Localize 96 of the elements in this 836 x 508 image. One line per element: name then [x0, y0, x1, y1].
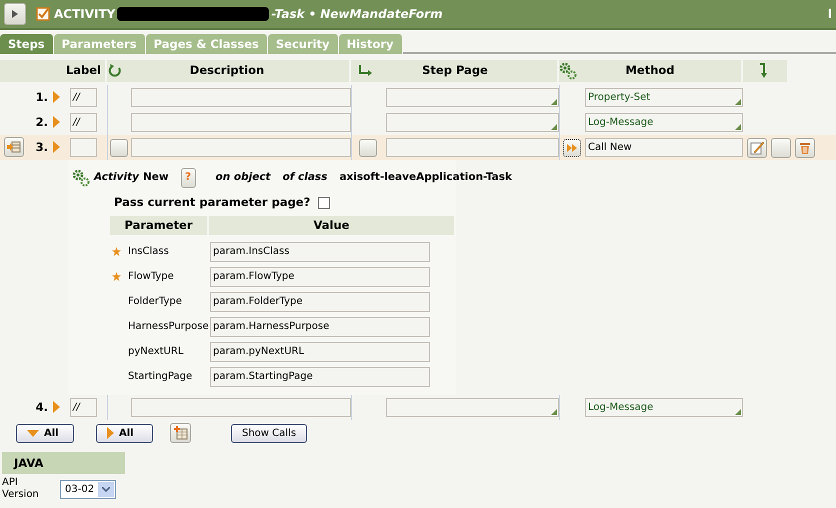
description-field[interactable] — [131, 398, 351, 417]
resize-corner-icon — [551, 409, 557, 415]
pencil-icon — [750, 140, 764, 154]
label-field[interactable]: // — [70, 113, 97, 132]
method-field[interactable]: Log-Message — [585, 113, 743, 132]
play-icon — [12, 10, 18, 18]
user-text: l — [828, 6, 832, 23]
step-page-field[interactable] — [386, 88, 559, 107]
object-label: on object — [216, 170, 271, 186]
api-version-label: API Version — [2, 477, 40, 501]
arrow-turn-icon — [357, 64, 373, 78]
chevron-down-icon — [102, 486, 110, 492]
resize-corner-icon — [735, 124, 741, 130]
resize-corner-icon — [551, 124, 557, 130]
required-star-icon — [112, 272, 121, 281]
show-calls-button[interactable]: Show Calls — [231, 424, 308, 442]
expand-arrow-icon[interactable] — [52, 140, 61, 154]
parameter-value-field[interactable]: param.HarnessPurpose — [210, 316, 430, 336]
form-name: NewMandateForm — [320, 6, 443, 23]
column-header: Step Page — [421, 62, 489, 80]
run-button[interactable] — [562, 138, 580, 156]
parameter-name: HarnessPurpose — [128, 320, 210, 334]
step-page-field[interactable] — [386, 113, 559, 132]
step-number: 3. — [34, 138, 49, 156]
section-header: JAVA — [2, 452, 125, 474]
step-row[interactable]: 4. // Log-Message — [0, 395, 836, 420]
parameter-name: pyNextURL — [128, 345, 184, 359]
step-row[interactable]: 3. Call New — [0, 135, 836, 160]
parameter-name: StartingPage — [128, 370, 194, 384]
resize-corner-icon — [551, 99, 557, 105]
api-version-select[interactable]: 03-02 — [60, 480, 116, 498]
trash-icon — [799, 140, 811, 154]
class-name: axisoft-leaveApplication-Task — [339, 170, 512, 186]
refresh-icon — [107, 63, 123, 79]
step-page-field[interactable] — [386, 138, 559, 157]
collapse-all-button[interactable]: All — [96, 424, 153, 442]
delete-button[interactable] — [795, 138, 815, 158]
class-label: of class — [282, 170, 328, 186]
parameter-value-field[interactable]: param.InsClass — [210, 242, 430, 262]
toggle-button[interactable] — [771, 138, 791, 158]
tab[interactable]: Steps — [0, 34, 54, 54]
down-triangle-icon — [27, 430, 39, 436]
description-field[interactable] — [131, 113, 351, 132]
right-triangle-icon — [107, 427, 114, 439]
step-number: 2. — [34, 114, 49, 131]
parameter-name: InsClass — [128, 245, 170, 259]
parameter-value-field[interactable]: param.FolderType — [210, 292, 430, 312]
parameter-value-field[interactable]: param.pyNextURL — [210, 342, 430, 362]
edit-button[interactable] — [747, 138, 767, 158]
separator-text: • — [308, 6, 316, 23]
step-row[interactable]: 1. // Property-Set — [0, 85, 836, 110]
expand-all-button[interactable]: All — [16, 424, 74, 442]
column-header: Label — [66, 62, 101, 80]
step-row[interactable]: 2. // Log-Message — [0, 110, 836, 135]
checkbox[interactable] — [318, 197, 330, 209]
step-number: 4. — [34, 398, 49, 416]
expand-arrow-icon[interactable] — [52, 400, 61, 414]
add-row-icon — [174, 426, 188, 440]
parameter-name: FlowType — [128, 270, 175, 284]
title-text: -Task — [271, 6, 305, 23]
column-header: Parameter — [124, 218, 193, 232]
insert-step-button[interactable] — [4, 137, 24, 157]
column-header: Method — [624, 62, 676, 80]
step-number: 1. — [34, 88, 49, 106]
toggle-button[interactable] — [110, 138, 128, 156]
column-header: Description — [188, 62, 266, 80]
down-arrow-icon — [759, 63, 769, 79]
pass-parameter-label: Pass current parameter page? — [114, 194, 310, 212]
fast-forward-icon — [566, 144, 576, 152]
method-field[interactable]: Log-Message — [585, 398, 743, 417]
required-star-icon — [112, 246, 121, 256]
parameter-name: FolderType — [128, 295, 183, 309]
expand-arrow-icon[interactable] — [52, 115, 61, 130]
add-step-button[interactable] — [170, 423, 191, 443]
step-page-field[interactable] — [386, 398, 559, 417]
gears-icon — [559, 62, 577, 80]
insert-row-icon — [7, 141, 21, 153]
description-field[interactable] — [131, 88, 351, 107]
resize-corner-icon — [735, 409, 741, 415]
activity-label: Activity — [94, 170, 139, 186]
label-field[interactable] — [70, 138, 97, 157]
toggle-button[interactable] — [4, 3, 26, 25]
column-header: Value — [314, 218, 350, 232]
method-field[interactable]: Call New — [585, 138, 743, 157]
method-field[interactable]: Property-Set — [585, 88, 743, 107]
expand-arrow-icon[interactable] — [52, 90, 61, 104]
gears-icon — [72, 169, 90, 187]
parameter-value-field[interactable]: param.FlowType — [210, 266, 430, 286]
description-field[interactable] — [131, 138, 351, 157]
activity-name: New — [142, 170, 169, 186]
toggle-button[interactable] — [359, 138, 377, 156]
label-field[interactable]: // — [70, 398, 97, 417]
title-text: ACTIVITY — [54, 6, 116, 23]
resize-corner-icon — [735, 99, 741, 105]
label-field[interactable]: // — [70, 88, 97, 107]
parameter-value-field[interactable]: param.StartingPage — [210, 366, 430, 386]
